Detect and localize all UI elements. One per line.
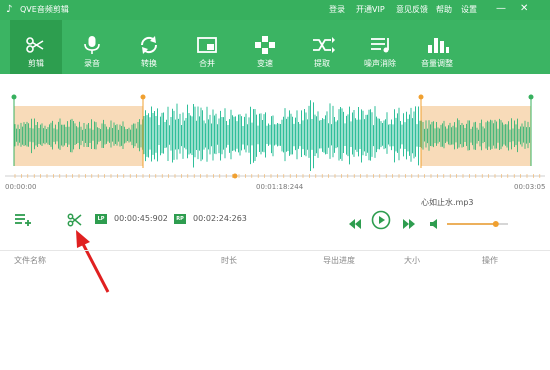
settings-link[interactable]: 设置 xyxy=(461,5,477,15)
tab-label: 剪辑 xyxy=(28,59,44,68)
merge-icon xyxy=(197,37,217,53)
track-start-handle xyxy=(11,94,17,100)
tab-convert[interactable]: 转换 xyxy=(124,20,174,74)
main-toolbar: 剪辑 录音 转换 合并 变速 提取 噪声消除 音量调整 xyxy=(0,20,550,74)
tab-record[interactable]: 录音 xyxy=(67,20,117,74)
rewind-button[interactable] xyxy=(348,214,362,229)
playhead[interactable] xyxy=(232,173,238,179)
feedback-link[interactable]: 意见反馈 xyxy=(396,5,428,15)
login-link[interactable]: 登录 xyxy=(329,5,345,15)
volume-knob[interactable] xyxy=(492,221,499,227)
waveform-panel[interactable]: 00:00:00 00:01:18:244 00:03:05 xyxy=(0,74,550,194)
tab-label: 转换 xyxy=(141,59,157,68)
fast-forward-icon xyxy=(403,219,415,229)
tab-label: 变速 xyxy=(257,59,273,68)
title-bar: ♪ QVE音频剪辑 登录 开通VIP 意见反馈 帮助 设置 — ✕ xyxy=(0,0,550,20)
column-header-size[interactable]: 大小 xyxy=(404,256,420,266)
file-table-header: 文件名称 时长 导出进度 大小 操作 xyxy=(0,250,550,271)
help-link[interactable]: 帮助 xyxy=(436,5,452,15)
tab-cut[interactable]: 剪辑 xyxy=(10,20,62,74)
current-filename: 心如止水.mp3 xyxy=(421,198,474,207)
timeline-middle: 00:01:18:244 xyxy=(256,183,304,191)
column-header-actions[interactable]: 操作 xyxy=(482,256,498,266)
volume-slider[interactable] xyxy=(446,214,512,227)
add-list-icon xyxy=(15,214,31,226)
column-header-export-progress[interactable]: 导出进度 xyxy=(323,256,355,266)
play-button[interactable] xyxy=(371,210,391,230)
extract-icon xyxy=(313,37,335,53)
app-title: QVE音频剪辑 xyxy=(20,5,69,14)
volume-button[interactable] xyxy=(430,214,440,229)
column-header-duration[interactable]: 时长 xyxy=(221,256,237,266)
speaker-icon xyxy=(430,219,437,229)
tab-label: 噪声消除 xyxy=(364,59,396,68)
end-time: 00:02:24:263 xyxy=(193,214,247,223)
column-header-name[interactable]: 文件名称 xyxy=(14,256,46,266)
start-point-badge[interactable]: LP xyxy=(95,214,107,224)
rewind-icon xyxy=(349,219,361,229)
tab-speed[interactable]: 变速 xyxy=(240,20,290,74)
file-table-body xyxy=(0,271,550,370)
tab-label: 合并 xyxy=(199,59,215,68)
tab-noise-reduction[interactable]: 噪声消除 xyxy=(355,20,405,74)
tab-label: 提取 xyxy=(314,59,330,68)
track-end-handle xyxy=(528,94,534,100)
start-time: 00:00:45:902 xyxy=(114,214,168,223)
end-marker-handle[interactable] xyxy=(418,94,424,100)
music-note-icon: ♪ xyxy=(6,4,13,15)
noise-reduction-icon xyxy=(371,38,389,53)
start-marker-handle[interactable] xyxy=(140,94,146,100)
tab-volume-adjust[interactable]: 音量调整 xyxy=(412,20,462,74)
fast-forward-button[interactable] xyxy=(402,214,416,229)
waveform-canvas[interactable] xyxy=(0,74,550,194)
vip-link[interactable]: 开通VIP xyxy=(356,5,385,15)
tab-label: 录音 xyxy=(84,59,100,68)
play-icon xyxy=(371,210,391,230)
speed-icon xyxy=(255,36,275,54)
tab-label: 音量调整 xyxy=(421,59,453,68)
cut-button[interactable] xyxy=(67,212,83,227)
microphone-icon xyxy=(84,36,100,54)
add-file-button[interactable] xyxy=(14,212,34,226)
convert-icon xyxy=(140,36,158,54)
scissors-icon xyxy=(67,213,82,227)
tab-merge[interactable]: 合并 xyxy=(182,20,232,74)
timeline-start: 00:00:00 xyxy=(5,183,37,191)
close-icon[interactable]: ✕ xyxy=(520,3,528,15)
tab-extract[interactable]: 提取 xyxy=(297,20,347,74)
minimize-icon[interactable]: — xyxy=(496,3,506,15)
end-point-badge[interactable]: RP xyxy=(174,214,186,224)
scissors-icon xyxy=(26,37,44,53)
volume-adjust-icon xyxy=(428,38,449,53)
timeline-end: 00:03:05 xyxy=(514,183,546,191)
